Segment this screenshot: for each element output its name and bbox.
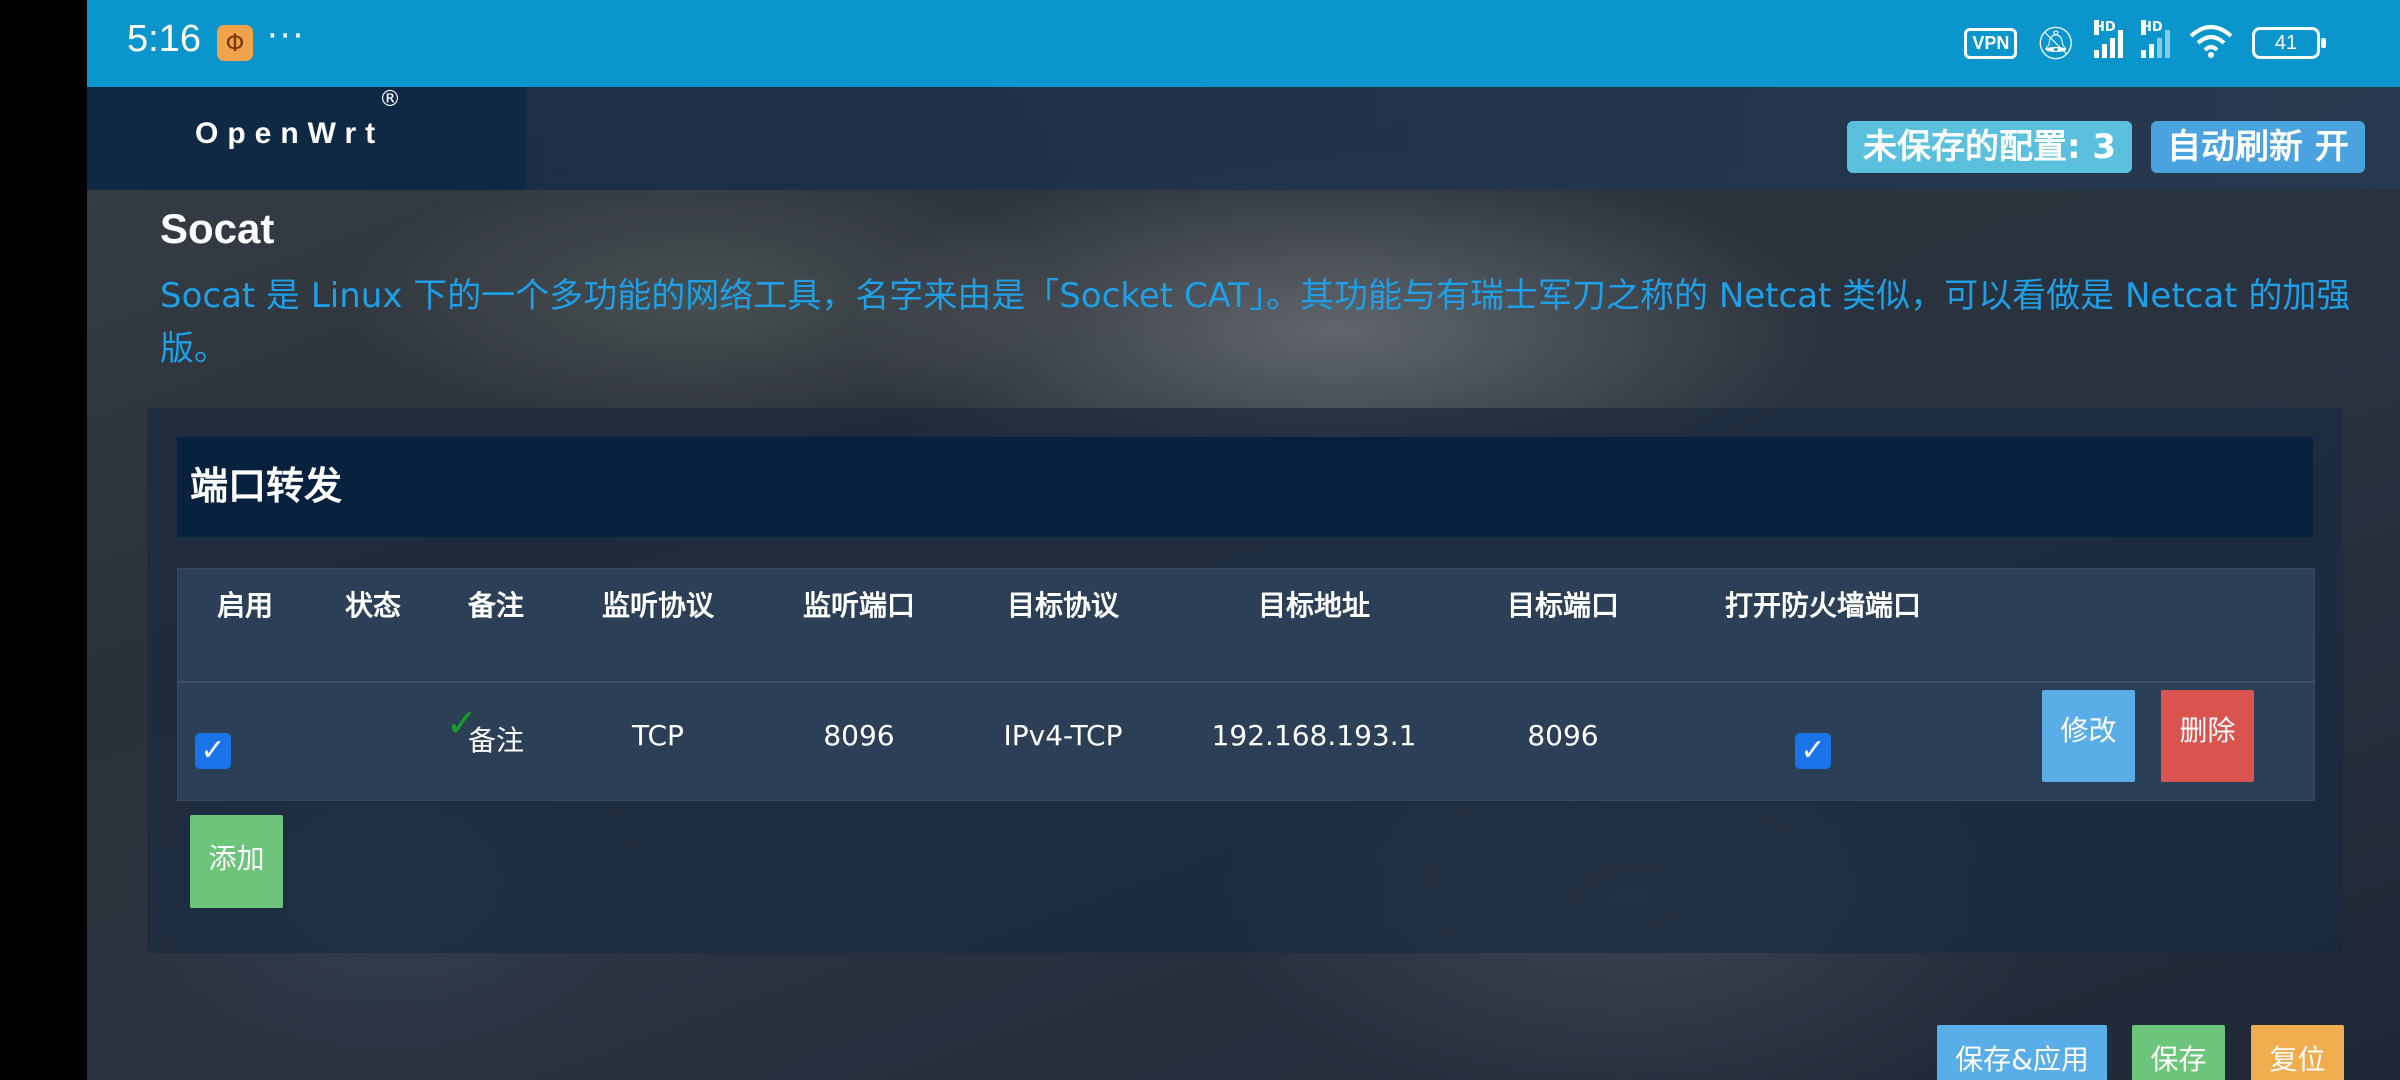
status-bar: 5:16 Φ ··· VPN 🔕︎ HD HD 41 (87, 0, 2400, 87)
auto-refresh-toggle[interactable]: 自动刷新 开 (2151, 121, 2365, 173)
status-time: 5:16 (127, 18, 201, 60)
column-header-open-firewall: 打开防火墙端口 (1724, 589, 1922, 622)
signal-2-icon: HD (2141, 20, 2170, 58)
enable-checkbox[interactable]: ✓ (195, 733, 231, 769)
column-header-listen-port: 监听端口 (802, 589, 916, 622)
delete-button[interactable]: 删除 (2161, 690, 2254, 782)
listen-port-cell: 8096 (823, 719, 895, 752)
target-address-cell: 192.168.193.1 (1211, 719, 1417, 752)
section-title: 端口转发 (190, 464, 343, 508)
more-notifications-icon: ··· (267, 16, 306, 56)
remark-cell: 备注 (467, 724, 525, 757)
top-header: OpenWrt ® 未保存的配置: 3 自动刷新 开 (87, 87, 2400, 190)
screen: 5:16 Φ ··· VPN 🔕︎ HD HD 41 OpenWrt ® 未保存… (87, 0, 2400, 1080)
unsaved-changes-badge[interactable]: 未保存的配置: 3 (1847, 121, 2133, 173)
wifi-icon (2188, 24, 2234, 63)
column-header-remark: 备注 (467, 589, 525, 622)
reset-button[interactable]: 复位 (2251, 1025, 2344, 1080)
hd-label: HD (2094, 20, 2116, 35)
column-header-target-address: 目标地址 (1257, 589, 1371, 622)
save-button[interactable]: 保存 (2132, 1025, 2225, 1080)
status-icons: VPN 🔕︎ HD HD 41 (1964, 20, 2326, 66)
edit-button[interactable]: 修改 (2042, 690, 2135, 782)
signal-1-icon: HD (2094, 20, 2123, 58)
battery-icon: 41 (2252, 27, 2326, 59)
open-firewall-checkbox[interactable]: ✓ (1795, 733, 1831, 769)
listen-protocol-cell: TCP (632, 719, 684, 752)
target-protocol-cell: IPv4-TCP (1003, 719, 1123, 752)
add-button[interactable]: 添加 (190, 815, 283, 908)
brand-name: OpenWrt (195, 117, 385, 150)
mute-icon: 🔕︎ (2035, 24, 2076, 62)
column-header-target-port: 目标端口 (1506, 589, 1620, 622)
page-title: Socat (160, 205, 275, 252)
page-description: Socat 是 Linux 下的一个多功能的网络工具，名字来由是「Socket … (160, 276, 2351, 369)
brand-logo[interactable]: OpenWrt ® (87, 87, 527, 190)
vpn-icon: VPN (1964, 27, 2018, 59)
hd-label: HD (2141, 20, 2163, 35)
app-notification-icon: Φ (217, 25, 253, 61)
registered-mark: ® (379, 87, 401, 112)
column-header-status: 状态 (344, 589, 402, 622)
target-port-cell: 8096 (1527, 719, 1599, 752)
column-header-listen-protocol: 监听协议 (601, 589, 715, 622)
port-forward-table: 启用 状态 备注 监听协议 监听端口 目标协议 目标地址 目标端口 打开防火墙端… (177, 568, 2315, 801)
table-header-row: 启用 状态 备注 监听协议 监听端口 目标协议 目标地址 目标端口 打开防火墙端… (178, 569, 2314, 683)
column-header-enable: 启用 (216, 589, 274, 622)
column-header-target-protocol: 目标协议 (1006, 589, 1120, 622)
section-header: 端口转发 (177, 437, 2313, 537)
save-apply-button[interactable]: 保存&应用 (1937, 1025, 2107, 1080)
